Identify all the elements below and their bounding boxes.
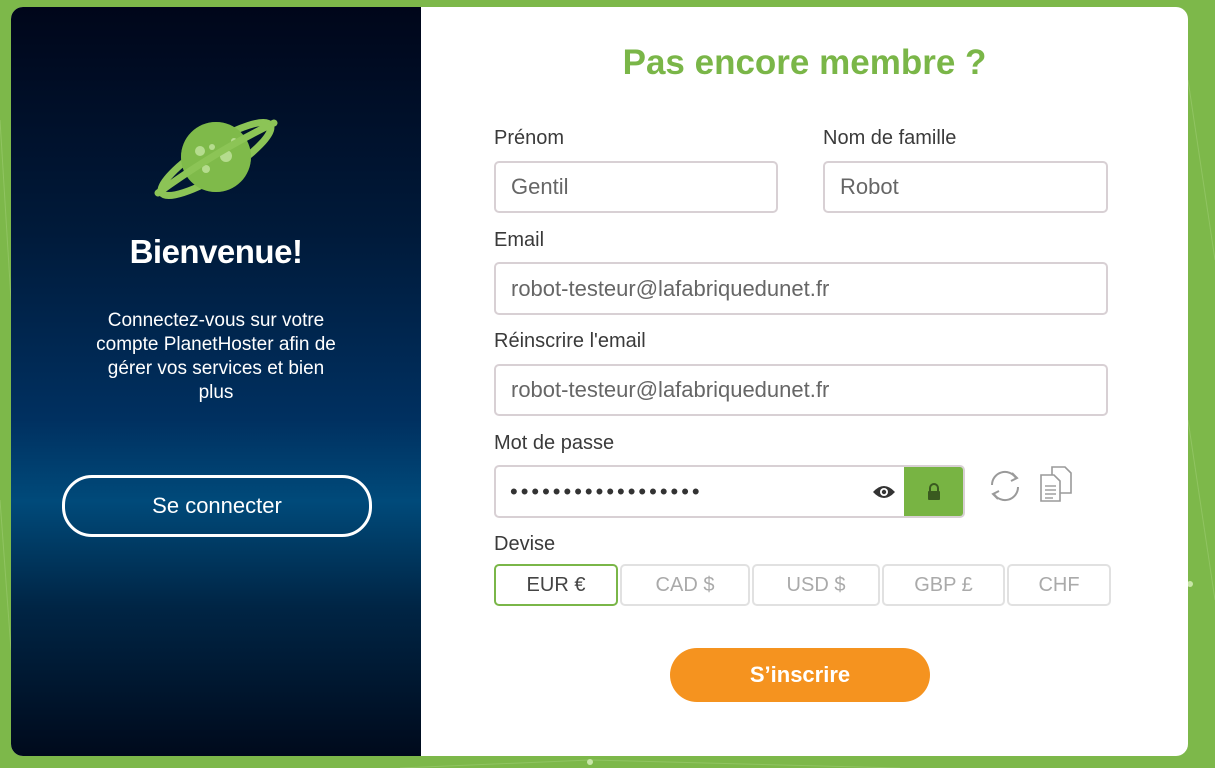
first-name-input[interactable]: Gentil bbox=[494, 161, 778, 213]
currency-selector: EUR € CAD $ USD $ GBP £ CHF bbox=[494, 564, 1111, 606]
currency-option-chf[interactable]: CHF bbox=[1007, 564, 1111, 606]
password-field-group: •••••••••••••••••• bbox=[494, 465, 965, 518]
welcome-title: Bienvenue! bbox=[129, 233, 303, 270]
email-confirm-input[interactable]: robot-testeur@lafabriquedunet.fr bbox=[494, 364, 1108, 416]
password-input[interactable]: •••••••••••••••••• bbox=[496, 467, 864, 516]
welcome-panel: Bienvenue! Connectez-vous sur votre comp… bbox=[11, 7, 421, 756]
copy-icon[interactable] bbox=[1038, 465, 1074, 505]
signup-card: Bienvenue! Connectez-vous sur votre comp… bbox=[11, 7, 1188, 756]
eye-icon[interactable] bbox=[864, 467, 904, 516]
currency-option-gbp[interactable]: GBP £ bbox=[882, 564, 1005, 606]
currency-option-usd[interactable]: USD $ bbox=[752, 564, 880, 606]
first-name-label: Prénom bbox=[494, 127, 565, 149]
password-label: Mot de passe bbox=[494, 432, 615, 454]
planet-icon bbox=[154, 118, 278, 200]
email-label: Email bbox=[494, 229, 545, 251]
signup-form: Pas encore membre ? Prénom Gentil Nom de… bbox=[421, 7, 1188, 756]
lock-icon[interactable] bbox=[904, 467, 963, 516]
currency-label: Devise bbox=[494, 533, 556, 555]
currency-option-eur[interactable]: EUR € bbox=[494, 564, 618, 606]
email-input[interactable]: robot-testeur@lafabriquedunet.fr bbox=[494, 262, 1108, 315]
currency-option-cad[interactable]: CAD $ bbox=[620, 564, 750, 606]
signup-submit-button[interactable]: S’inscrire bbox=[670, 648, 930, 702]
form-title: Pas encore membre ? bbox=[622, 43, 987, 82]
last-name-input[interactable]: Robot bbox=[823, 161, 1108, 213]
email-confirm-label: Réinscrire l'email bbox=[494, 330, 646, 352]
refresh-icon[interactable] bbox=[986, 467, 1024, 505]
last-name-label: Nom de famille bbox=[823, 127, 957, 149]
login-button[interactable]: Se connecter bbox=[62, 475, 372, 537]
welcome-description: Connectez-vous sur votre compte PlanetHo… bbox=[96, 310, 336, 403]
